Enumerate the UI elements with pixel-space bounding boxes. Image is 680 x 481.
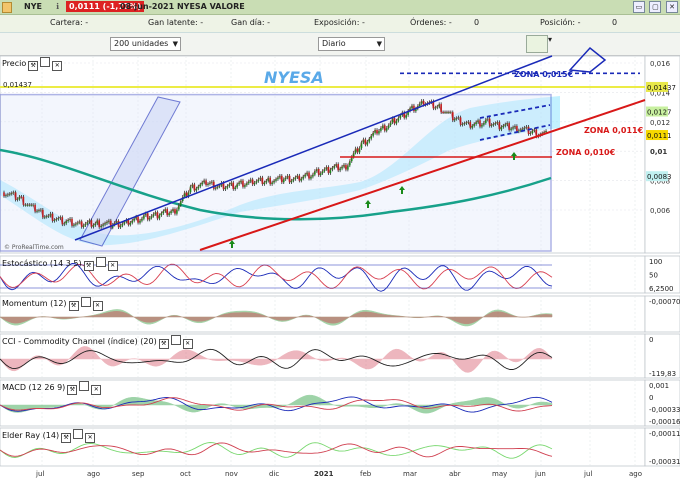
close-icon[interactable]: ✕ bbox=[92, 301, 103, 311]
close-icon[interactable]: ✕ bbox=[85, 433, 96, 443]
settings-icon[interactable] bbox=[40, 57, 51, 67]
annotation-zona-010: ZONA 0,010€ bbox=[556, 148, 616, 157]
x-tick-label: 2021 bbox=[314, 470, 334, 478]
panel-label-estocastico: Estocástico (14 3 5) ⚒ ✕ bbox=[2, 257, 118, 271]
wrench-icon[interactable]: ⚒ bbox=[28, 61, 39, 71]
y-tick-label: 50 bbox=[649, 272, 658, 280]
annotation-zona-011: ZONA 0,011€ bbox=[584, 126, 644, 135]
y-tick-label: 0 bbox=[649, 336, 653, 344]
x-tick-label: may bbox=[492, 470, 507, 478]
panel-title: CCI - Commodity Channel (índice) (20) bbox=[2, 337, 157, 346]
panel-label-cci: CCI - Commodity Channel (índice) (20) ⚒ ✕ bbox=[2, 335, 193, 349]
annotation-zona-015: ZONA 0,015€ bbox=[514, 70, 574, 79]
level-badge-text: 0,0127 bbox=[647, 109, 672, 117]
watermark-title: NYESA bbox=[264, 68, 324, 87]
panel-label-macd: MACD (12 26 9) ⚒ ✕ bbox=[2, 381, 102, 395]
credit-label: © ProRealTime.com bbox=[4, 244, 64, 251]
wrench-icon[interactable]: ⚒ bbox=[67, 385, 78, 395]
wrench-icon[interactable]: ⚒ bbox=[68, 301, 79, 311]
wrench-icon[interactable]: ⚒ bbox=[83, 261, 94, 271]
level-badge-text: 0,01437 bbox=[647, 84, 676, 92]
x-tick-label: jul bbox=[35, 470, 44, 478]
wrench-icon[interactable]: ⚒ bbox=[158, 339, 169, 349]
panel-label-elder-ray: Elder Ray (14) ⚒ ✕ bbox=[2, 429, 96, 443]
x-tick-label: abr bbox=[449, 470, 461, 478]
close-icon[interactable]: ✕ bbox=[91, 385, 102, 395]
level-badge-text: 0,0111 bbox=[647, 132, 672, 140]
y-tick-label: 0 bbox=[649, 394, 653, 402]
y-tick-label: 100 bbox=[649, 258, 662, 266]
y-tick-label: -0,00070 bbox=[649, 298, 680, 306]
x-tick-label: feb bbox=[360, 470, 372, 478]
chart-canvas[interactable]: jul ago sep oct nov dic 2021 feb mar abr may jun jul… bbox=[0, 0, 680, 481]
y-tick-label: -0,00016 bbox=[649, 418, 680, 426]
x-tick-label: ago bbox=[87, 470, 100, 478]
y-tick-label: 0,01 bbox=[650, 148, 667, 156]
y-tick-label: -0,00011 bbox=[649, 430, 680, 438]
x-tick-label: jun bbox=[534, 470, 546, 478]
panel-label-precio: Precio ⚒ ✕ bbox=[2, 57, 63, 71]
panel-title: Precio bbox=[2, 59, 27, 68]
y-tick-label: 0,016 bbox=[650, 60, 671, 68]
panel-title: Elder Ray (14) bbox=[2, 431, 60, 440]
panel-title: MACD (12 26 9) bbox=[2, 383, 66, 392]
level-badge-text: 0,0083 bbox=[647, 173, 672, 181]
y-tick-label: 0,006 bbox=[650, 207, 671, 215]
y-tick-label: -0,00033 bbox=[649, 406, 680, 414]
y-tick-label: -0,00031 bbox=[649, 458, 680, 466]
x-tick-label: ago bbox=[629, 470, 642, 478]
wrench-icon[interactable]: ⚒ bbox=[61, 433, 72, 443]
close-icon[interactable]: ✕ bbox=[182, 339, 193, 349]
x-tick-label: dic bbox=[269, 470, 279, 478]
close-icon[interactable]: ✕ bbox=[52, 61, 63, 71]
y-tick-label: -119,83 bbox=[649, 370, 676, 378]
x-tick-label: sep bbox=[132, 470, 145, 478]
settings-icon[interactable] bbox=[80, 297, 91, 307]
close-icon[interactable]: ✕ bbox=[107, 261, 118, 271]
settings-icon[interactable] bbox=[79, 381, 90, 391]
settings-icon[interactable] bbox=[73, 429, 84, 439]
x-tick-label: nov bbox=[225, 470, 238, 478]
y-tick-label: 0,001 bbox=[649, 382, 669, 390]
x-tick-label: mar bbox=[403, 470, 417, 478]
x-tick-label: jul bbox=[583, 470, 592, 478]
panel-label-momentum: Momentum (12) ⚒ ✕ bbox=[2, 297, 103, 311]
y-tick-label: 0,012 bbox=[650, 119, 670, 127]
panel-title: Estocástico (14 3 5) bbox=[2, 259, 82, 268]
y-tick-label: 6,2500 bbox=[649, 285, 674, 293]
settings-icon[interactable] bbox=[95, 257, 106, 267]
panel-title: Momentum (12) bbox=[2, 299, 67, 308]
settings-icon[interactable] bbox=[170, 335, 181, 345]
level-label-01437: 0,01437 bbox=[3, 81, 32, 89]
x-tick-label: oct bbox=[180, 470, 191, 478]
